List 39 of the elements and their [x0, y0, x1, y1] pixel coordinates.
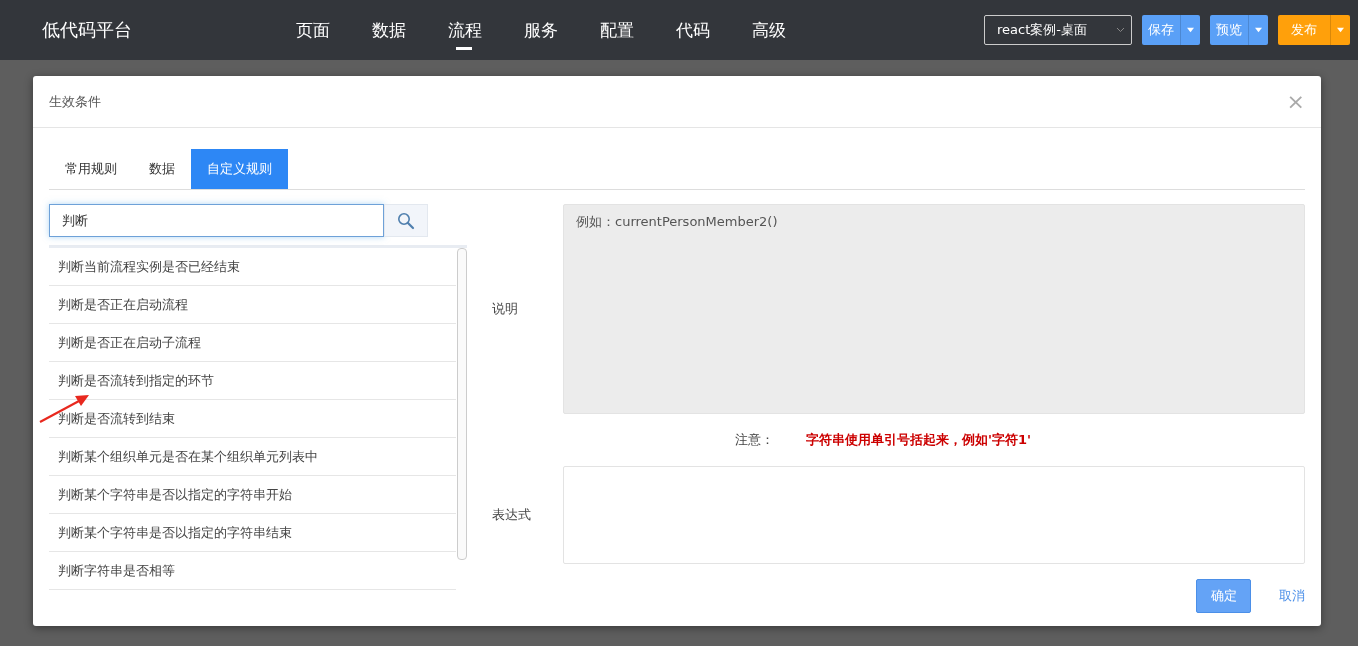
nav-tab[interactable]: 页面 — [290, 0, 366, 60]
dropdown-caret-button[interactable] — [1180, 15, 1200, 45]
expression-field[interactable] — [563, 466, 1305, 564]
function-list-item[interactable]: 判断当前流程实例是否已经结束 — [49, 248, 456, 286]
dialog-title: 生效条件 — [49, 92, 101, 111]
cancel-link[interactable]: 取消 — [1279, 587, 1305, 605]
search-button[interactable] — [384, 204, 428, 237]
caret-down-icon — [1187, 27, 1194, 33]
function-list-item[interactable]: 判断字符串是否相等 — [49, 552, 456, 590]
function-list-item[interactable]: 判断是否正在启动子流程 — [49, 324, 456, 362]
function-list-item[interactable]: 判断某个组织单元是否在某个组织单元列表中 — [49, 438, 456, 476]
note-text: 字符串使用单引号括起来，例如'字符1' — [806, 431, 1031, 449]
description-field[interactable]: 例如：currentPersonMember2() — [563, 204, 1305, 414]
tab[interactable]: 数据 — [133, 149, 191, 189]
description-label: 说明 — [492, 300, 519, 318]
search-icon — [397, 211, 415, 230]
function-list-item[interactable]: 判断某个字符串是否以指定的字符串结束 — [49, 514, 456, 552]
app-title: 低代码平台 — [42, 18, 133, 42]
function-list-item[interactable]: 判断某个字符串是否以指定的字符串开始 — [49, 476, 456, 514]
scrollbar[interactable] — [457, 248, 467, 560]
nav-tab[interactable]: 高级 — [746, 0, 822, 60]
tab[interactable]: 常用规则 — [49, 149, 133, 189]
chevron-down-icon — [1116, 27, 1125, 33]
caret-down-icon — [1337, 27, 1344, 33]
nav-tab[interactable]: 配置 — [594, 0, 670, 60]
project-select[interactable]: react案例-桌面 — [984, 15, 1132, 45]
note-label: 注意： — [735, 431, 775, 449]
search-field[interactable]: 判断 — [49, 204, 384, 237]
nav-tab[interactable]: 数据 — [366, 0, 442, 60]
expression-label: 表达式 — [492, 506, 532, 524]
nav-tab[interactable]: 代码 — [670, 0, 746, 60]
dropdown-caret-button[interactable] — [1248, 15, 1268, 45]
nav-tab[interactable]: 服务 — [518, 0, 594, 60]
nav-tab[interactable]: 流程 — [442, 0, 518, 60]
function-list-item[interactable]: 判断是否流转到结束 — [49, 400, 456, 438]
function-list-item[interactable]: 判断是否正在启动流程 — [49, 286, 456, 324]
tab[interactable]: 自定义规则 — [191, 149, 288, 189]
caret-down-icon — [1255, 27, 1262, 33]
dropdown-caret-button[interactable] — [1330, 15, 1350, 45]
